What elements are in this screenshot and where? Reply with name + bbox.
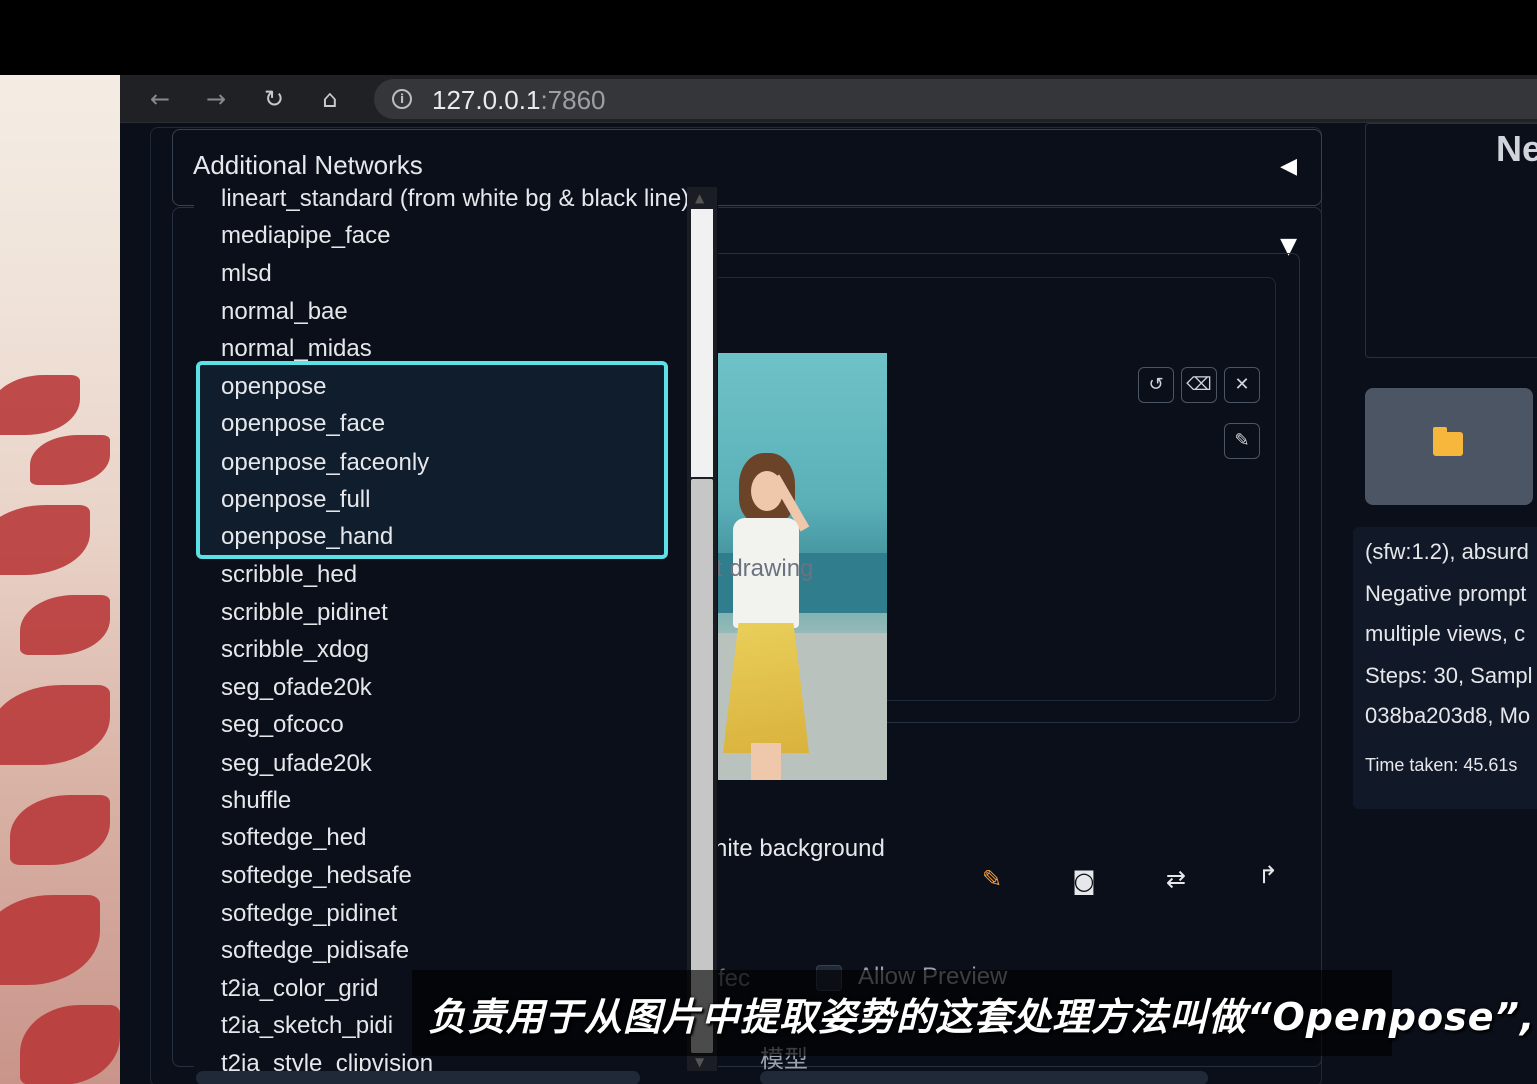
preprocessor-dropdown-list[interactable]: lineart_standard (from white bg & black … [194, 183, 718, 1071]
scrollbar-thumb[interactable] [691, 479, 713, 1053]
info-line: 038ba203d8, Mo [1365, 703, 1531, 728]
url-host: 127.0.0.1 [432, 85, 541, 115]
model-select[interactable] [760, 1071, 1208, 1084]
dropdown-option[interactable]: seg_ofade20k [221, 674, 372, 702]
dropdown-option[interactable]: mlsd [221, 260, 272, 288]
video-letterbox [0, 0, 1537, 75]
dropdown-option[interactable]: softedge_hed [221, 824, 366, 852]
back-arrow-icon[interactable]: ← [144, 83, 176, 115]
open-folder-button[interactable] [1365, 388, 1533, 505]
dropdown-option-openpose[interactable]: openpose [221, 373, 326, 401]
dropdown-option[interactable]: normal_bae [221, 298, 348, 326]
dropdown-option[interactable]: t2ia_color_grid [221, 975, 378, 1003]
accordion-title: Additional Networks [193, 150, 423, 180]
folder-icon [1433, 427, 1463, 456]
url-port: :7860 [540, 85, 606, 115]
dropdown-option-openpose-faceonly[interactable]: openpose_faceonly [221, 449, 429, 477]
close-icon[interactable]: ✕ [1224, 367, 1260, 403]
dropdown-option[interactable]: scribble_hed [221, 561, 357, 589]
scroll-up-icon[interactable]: ▲ [695, 191, 704, 205]
dropdown-scrollbar[interactable]: ▲ ▼ [687, 187, 717, 1071]
dropdown-option-openpose-full[interactable]: openpose_full [221, 486, 370, 514]
dropdown-option[interactable]: mediapipe_face [221, 222, 390, 250]
page-content: Additional Networks ◀ ▼ t drawing ↺ ⌫ ✕ … [120, 123, 1537, 1084]
info-line: multiple views, c [1365, 621, 1526, 646]
eraser-icon[interactable]: ⌫ [1181, 367, 1217, 403]
address-bar[interactable]: i 127.0.0.1:7860 [374, 79, 1537, 119]
canvas-placeholder-text: t drawing [716, 555, 814, 582]
dropdown-option[interactable]: t2ia_sketch_pidi [221, 1012, 393, 1040]
dropdown-option[interactable]: softedge_hedsafe [221, 862, 412, 890]
send-arrow-icon[interactable]: ↱ [1248, 857, 1288, 893]
scrollbar-track[interactable] [691, 209, 713, 477]
desktop-wallpaper [0, 75, 120, 1084]
forward-arrow-icon[interactable]: → [200, 83, 232, 115]
collapse-triangle-icon[interactable]: ◀ [1280, 154, 1297, 179]
browser-window: ← → ↻ ⌂ i 127.0.0.1:7860 Additional Netw… [120, 75, 1537, 1084]
dropdown-option[interactable]: scribble_pidinet [221, 599, 388, 627]
camera-icon[interactable]: ◙ [1064, 863, 1104, 899]
site-info-icon[interactable]: i [392, 89, 412, 109]
info-line: Negative prompt [1365, 581, 1527, 606]
dropdown-option[interactable]: shuffle [221, 787, 291, 815]
dropdown-option[interactable]: seg_ufade20k [221, 750, 372, 778]
output-gallery: Ne [1365, 123, 1537, 358]
reload-icon[interactable]: ↻ [258, 83, 290, 115]
edit-document-icon[interactable]: ✎ [972, 861, 1012, 897]
dropdown-option-openpose-hand[interactable]: openpose_hand [221, 523, 393, 551]
dropdown-option[interactable]: t2ia_style_clipvision [221, 1050, 433, 1071]
scroll-down-icon[interactable]: ▼ [695, 1055, 704, 1069]
undo-icon[interactable]: ↺ [1138, 367, 1174, 403]
dropdown-option[interactable]: softedge_pidinet [221, 900, 397, 928]
dropdown-option[interactable]: normal_midas [221, 335, 372, 363]
output-header-fragment: Ne [1496, 128, 1537, 169]
url-text: 127.0.0.1:7860 [432, 85, 606, 116]
dropdown-option[interactable]: softedge_pidisafe [221, 937, 409, 965]
home-icon[interactable]: ⌂ [314, 83, 346, 115]
info-line: Steps: 30, Sampl [1365, 663, 1533, 688]
dropdown-option[interactable]: seg_ofcoco [221, 711, 344, 739]
preprocessor-select[interactable] [196, 1071, 640, 1084]
browser-toolbar: ← → ↻ ⌂ i 127.0.0.1:7860 [120, 75, 1537, 123]
brush-icon[interactable]: ✎ [1224, 423, 1260, 459]
dropdown-option[interactable]: lineart_standard (from white bg & black … [221, 185, 689, 213]
invert-white-background-label: hite background [714, 835, 885, 862]
dropdown-option[interactable]: scribble_xdog [221, 636, 369, 664]
dropdown-option-openpose-face[interactable]: openpose_face [221, 410, 385, 438]
info-line: (sfw:1.2), absurd [1365, 539, 1529, 564]
output-column: Ne (sfw:1.2), absurd Negative prompt mul… [1353, 123, 1537, 1084]
time-taken-text: Time taken: 45.61s [1365, 755, 1518, 775]
swap-arrows-icon[interactable]: ⇄ [1156, 861, 1196, 897]
video-subtitle: 负责用于从图片中提取姿势的这套处理方法叫做“Openpose”, [428, 995, 1536, 1039]
